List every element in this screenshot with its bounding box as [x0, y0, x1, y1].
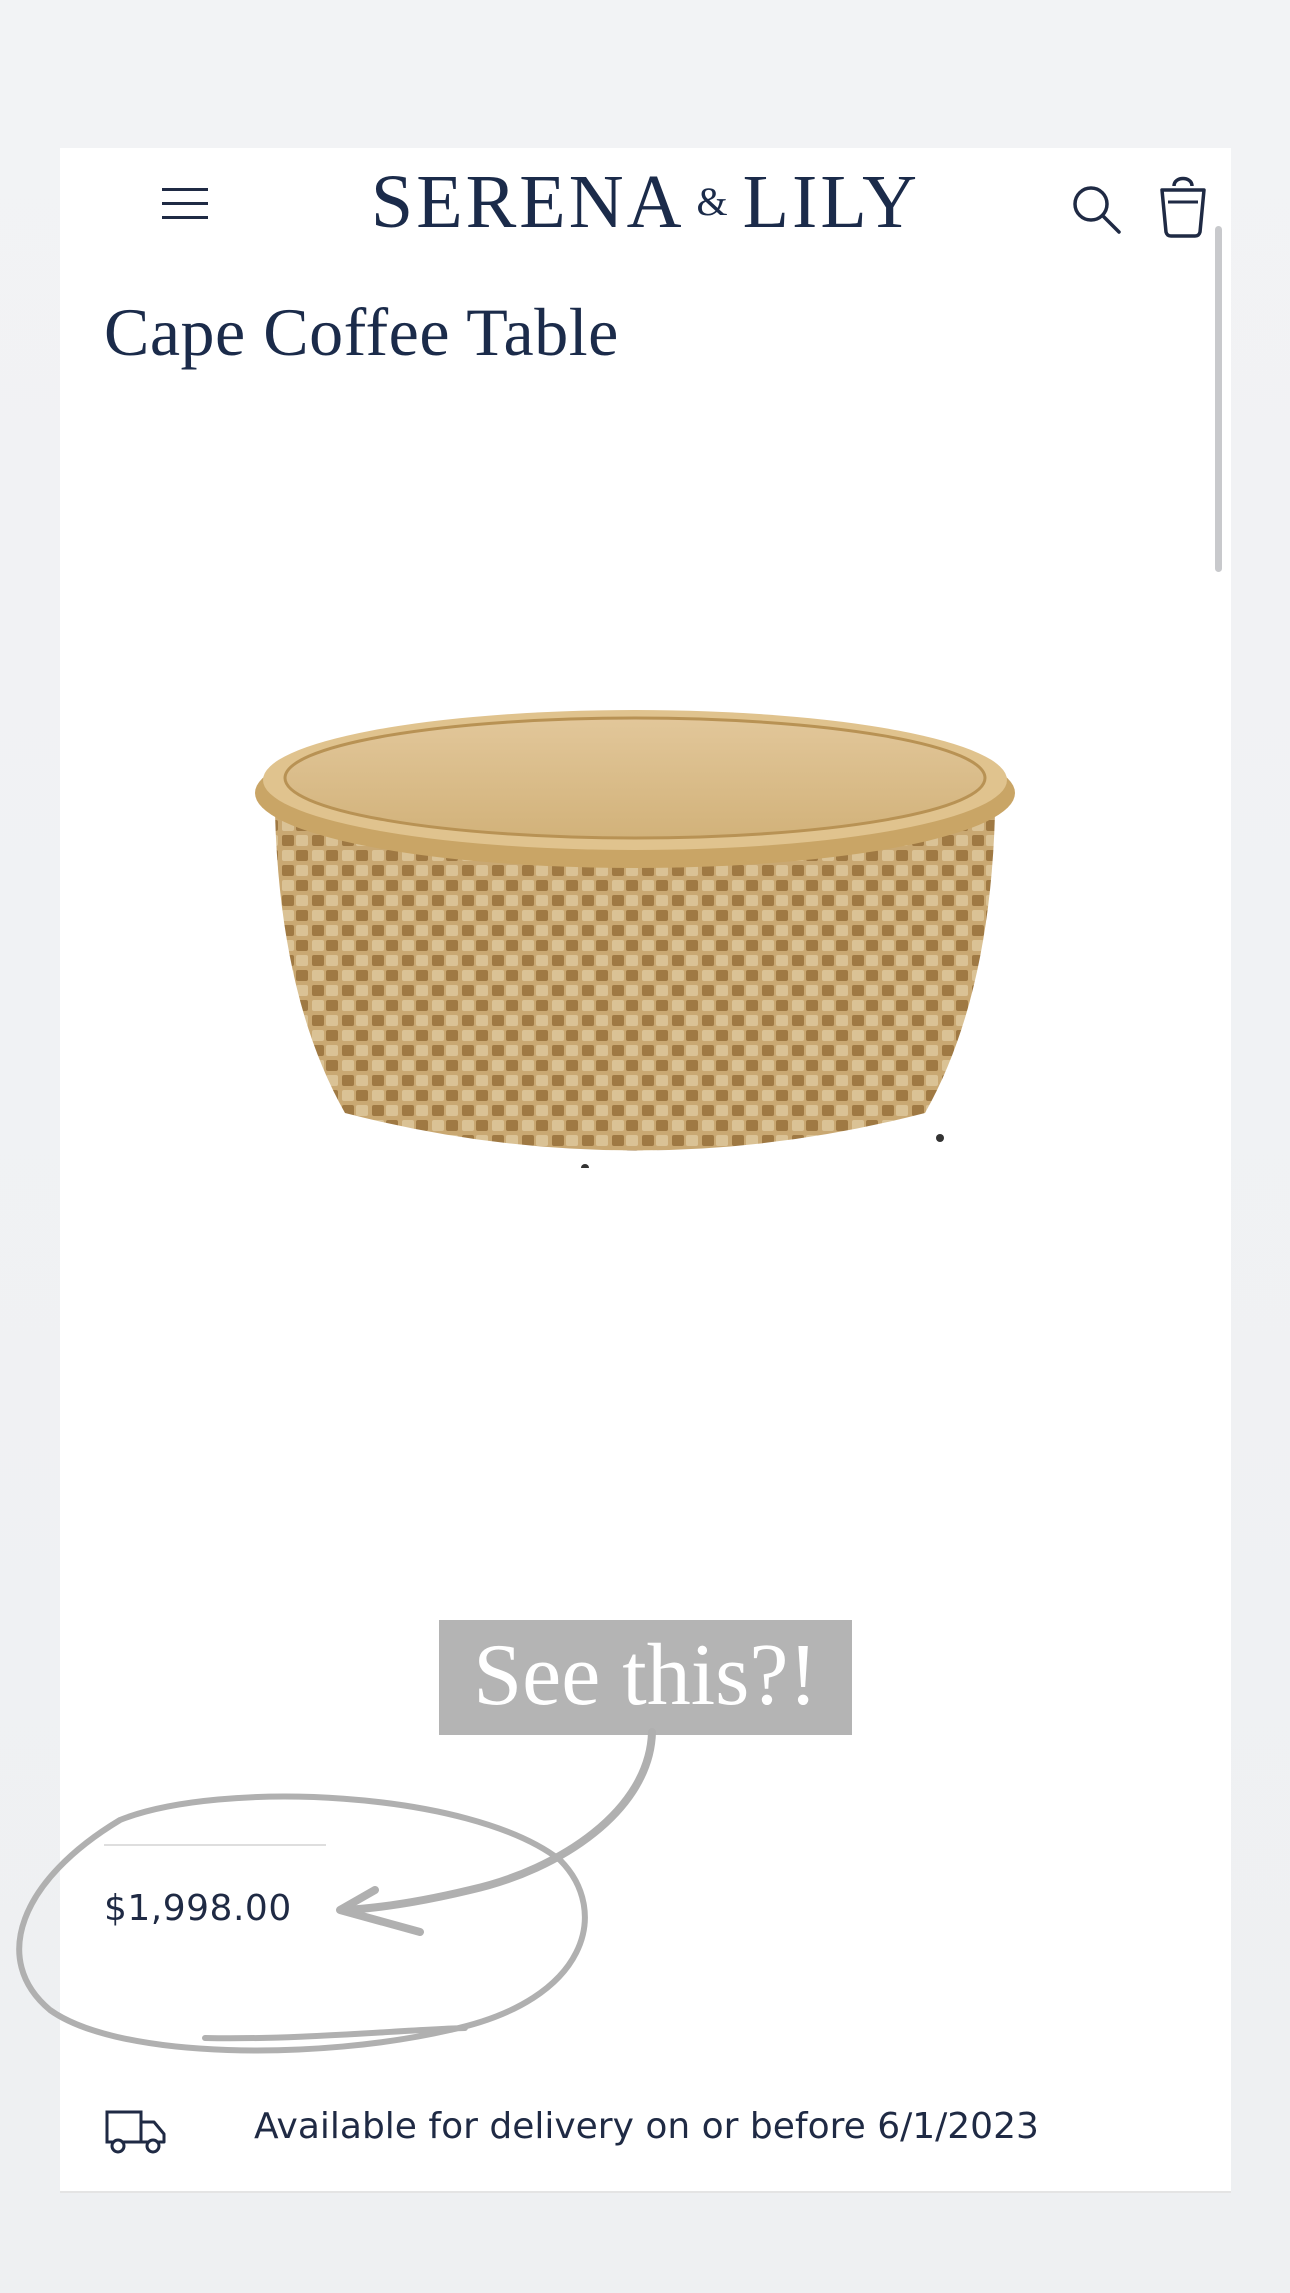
bottom-divider	[60, 2191, 1231, 2193]
search-icon[interactable]	[1067, 178, 1127, 238]
product-image[interactable]	[250, 668, 1020, 1172]
product-title: Cape Coffee Table	[104, 294, 619, 370]
section-divider	[104, 1844, 326, 1846]
delivery-text: Available for delivery on or before 6/1/…	[254, 2106, 1039, 2147]
brand-logo[interactable]: SERENA & LILY	[60, 164, 1231, 240]
delivery-info: Available for delivery on or before 6/1/…	[104, 2100, 1204, 2160]
shopping-bag-icon[interactable]	[1150, 168, 1216, 240]
product-price: $1,998.00	[104, 1888, 292, 1929]
scrollbar[interactable]	[1215, 226, 1222, 572]
brand-name-right: LILY	[742, 160, 921, 244]
brand-name-left: SERENA	[370, 160, 685, 244]
brand-ampersand: &	[696, 179, 731, 224]
annotation-caption: See this?!	[439, 1620, 852, 1735]
site-header: SERENA & LILY	[60, 148, 1231, 263]
screenshot-stage: SERENA & LILY Cape Coffee Table See this…	[0, 0, 1290, 2293]
delivery-truck-icon	[104, 2108, 168, 2156]
mobile-page: SERENA & LILY Cape Coffee Table See this…	[60, 148, 1231, 2193]
